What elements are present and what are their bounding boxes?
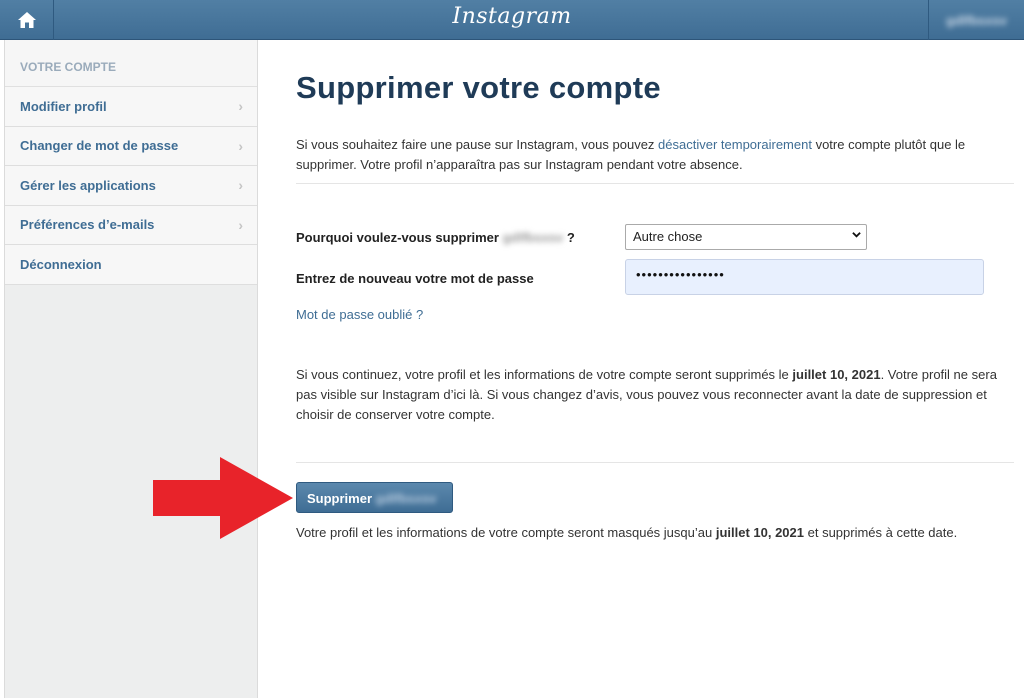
delete-account-button[interactable]: Supprimer gdlfbsxsv: [296, 482, 453, 513]
sidebar-item-label: Préférences d’e-mails: [20, 217, 155, 233]
home-icon: [17, 12, 36, 28]
divider: [296, 462, 1014, 463]
sidebar-item-manage-apps[interactable]: Gérer les applications ›: [5, 166, 257, 206]
intro-text: Si vous souhaitez faire une pause sur In…: [296, 135, 1008, 175]
chevron-right-icon: ›: [238, 216, 243, 233]
home-button[interactable]: [0, 0, 54, 40]
red-arrow-annotation: [153, 457, 293, 539]
user-menu-button[interactable]: gdlfbsxsv: [928, 0, 1024, 40]
username-blurred: gdlfbsxsv: [375, 491, 437, 506]
sidebar-heading: VOTRE COMPTE: [5, 40, 257, 87]
reason-label-text: ?: [563, 230, 575, 245]
instagram-logo: Instagram: [452, 4, 572, 29]
deletion-date: juillet 10, 2021: [715, 525, 804, 540]
password-field[interactable]: ••••••••••••••••: [625, 259, 984, 295]
sidebar-item-label: Déconnexion: [20, 256, 102, 272]
page-title: Supprimer votre compte: [296, 70, 661, 105]
main-content: Supprimer votre compte Si vous souhaitez…: [259, 40, 1024, 698]
reason-label: Pourquoi voulez-vous supprimer gdlfbsxsv…: [296, 230, 575, 245]
password-label: Entrez de nouveau votre mot de passe: [296, 271, 534, 286]
divider: [296, 183, 1014, 184]
deletion-date: juillet 10, 2021: [792, 367, 881, 382]
account-sidebar: VOTRE COMPTE Modifier profil › Changer d…: [4, 40, 258, 698]
sidebar-item-email-preferences[interactable]: Préférences d’e-mails ›: [5, 205, 257, 245]
chevron-right-icon: ›: [238, 137, 243, 154]
warning-text-part: Si vous continuez, votre profil et les i…: [296, 367, 793, 382]
sidebar-item-label: Modifier profil: [20, 98, 107, 114]
top-navigation-bar: Instagram gdlfbsxsv: [0, 0, 1024, 40]
deactivate-temporarily-link[interactable]: désactiver temporairement: [658, 137, 812, 152]
delete-reason-value: Autre chose: [633, 229, 703, 244]
sidebar-item-change-password[interactable]: Changer de mot de passe ›: [5, 126, 257, 166]
sidebar-item-label: Gérer les applications: [20, 177, 156, 193]
intro-text-part: Si vous souhaitez faire une pause sur In…: [296, 137, 659, 152]
hidden-until-note: Votre profil et les informations de votr…: [296, 525, 1016, 540]
sidebar-item-label: Changer de mot de passe: [20, 138, 179, 154]
sidebar-item-edit-profile[interactable]: Modifier profil ›: [5, 87, 257, 127]
note-text-part: et supprimés à cette date.: [804, 525, 958, 540]
deletion-warning-text: Si vous continuez, votre profil et les i…: [296, 365, 1008, 425]
sidebar-item-logout[interactable]: Déconnexion: [5, 245, 257, 285]
username-blurred: gdlfbsxsv: [502, 230, 564, 245]
note-text-part: Votre profil et les informations de votr…: [296, 525, 716, 540]
username-blurred: gdlfbsxsv: [946, 12, 1007, 28]
forgot-password-link[interactable]: Mot de passe oublié ?: [296, 307, 423, 322]
chevron-right-icon: ›: [238, 177, 243, 194]
delete-button-label: Supprimer: [307, 491, 373, 506]
delete-reason-select[interactable]: Autre chose: [625, 224, 867, 250]
chevron-down-icon: [852, 232, 861, 238]
chevron-right-icon: ›: [238, 98, 243, 115]
reason-label-text: Pourquoi voulez-vous supprimer: [296, 230, 503, 245]
